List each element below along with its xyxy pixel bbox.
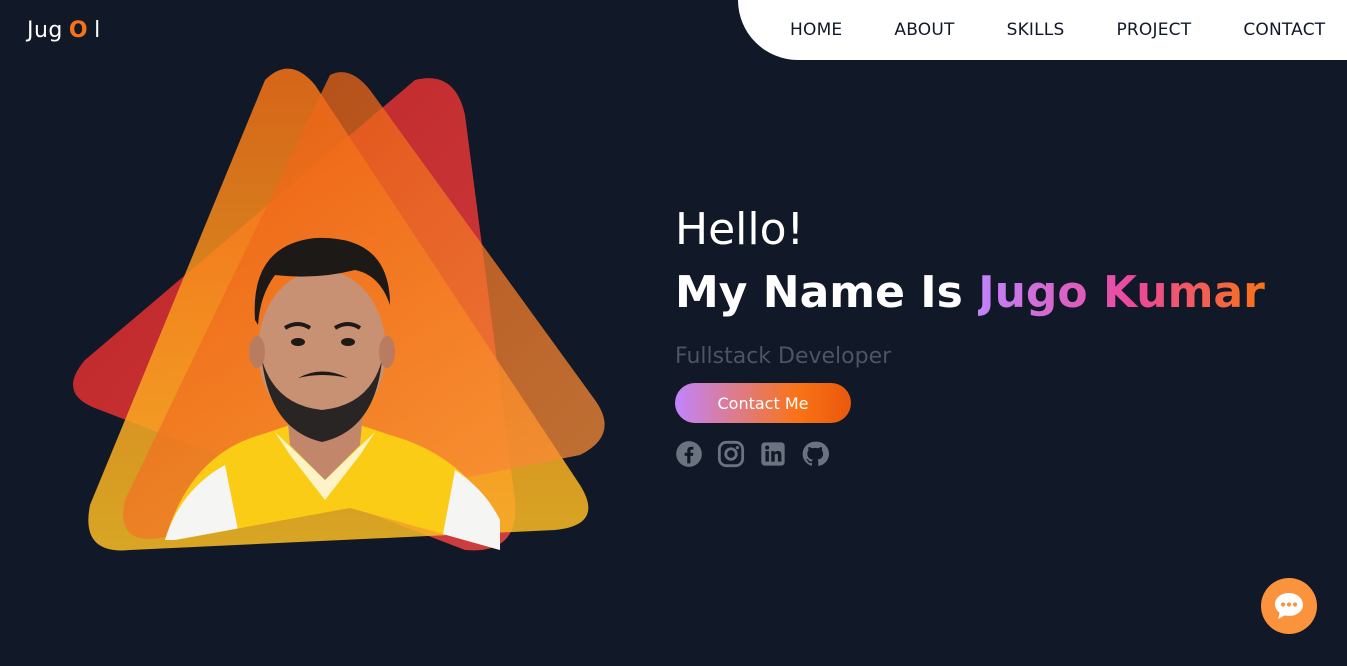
github-icon[interactable] — [801, 440, 829, 468]
nav-about[interactable]: ABOUT — [894, 20, 954, 40]
name-heading: My Name Is Jugo Kumar — [675, 264, 1265, 322]
nav-skills[interactable]: SKILLS — [1007, 20, 1065, 40]
nav-contact[interactable]: CONTACT — [1243, 20, 1325, 40]
name-highlight: Jugo Kumar — [978, 267, 1265, 318]
social-links — [675, 440, 1265, 468]
logo[interactable]: Jug O l — [27, 18, 101, 43]
nav-project[interactable]: PROJECT — [1116, 20, 1191, 40]
instagram-icon[interactable] — [717, 440, 745, 468]
role-subtitle: Fullstack Developer — [675, 344, 892, 369]
logo-text-start: Jug — [27, 18, 63, 43]
page: Jug O l HOME ABOUT SKILLS PROJECT CONTAC… — [0, 0, 1347, 666]
logo-text-end: l — [94, 18, 101, 43]
logo-text-accent: O — [68, 18, 89, 43]
facebook-icon[interactable] — [675, 440, 703, 468]
name-prefix: My Name Is — [675, 267, 963, 318]
chat-button[interactable] — [1261, 578, 1317, 634]
linkedin-icon[interactable] — [759, 440, 787, 468]
contact-me-button[interactable]: Contact Me — [675, 383, 851, 423]
hero-text: Hello! My Name Is Jugo Kumar Fullstack D… — [675, 202, 1265, 468]
greeting: Hello! — [675, 204, 805, 255]
top-nav: HOME ABOUT SKILLS PROJECT CONTACT — [738, 0, 1347, 60]
nav-home[interactable]: HOME — [790, 20, 842, 40]
hero-artwork — [73, 68, 605, 551]
chat-icon — [1275, 593, 1303, 619]
